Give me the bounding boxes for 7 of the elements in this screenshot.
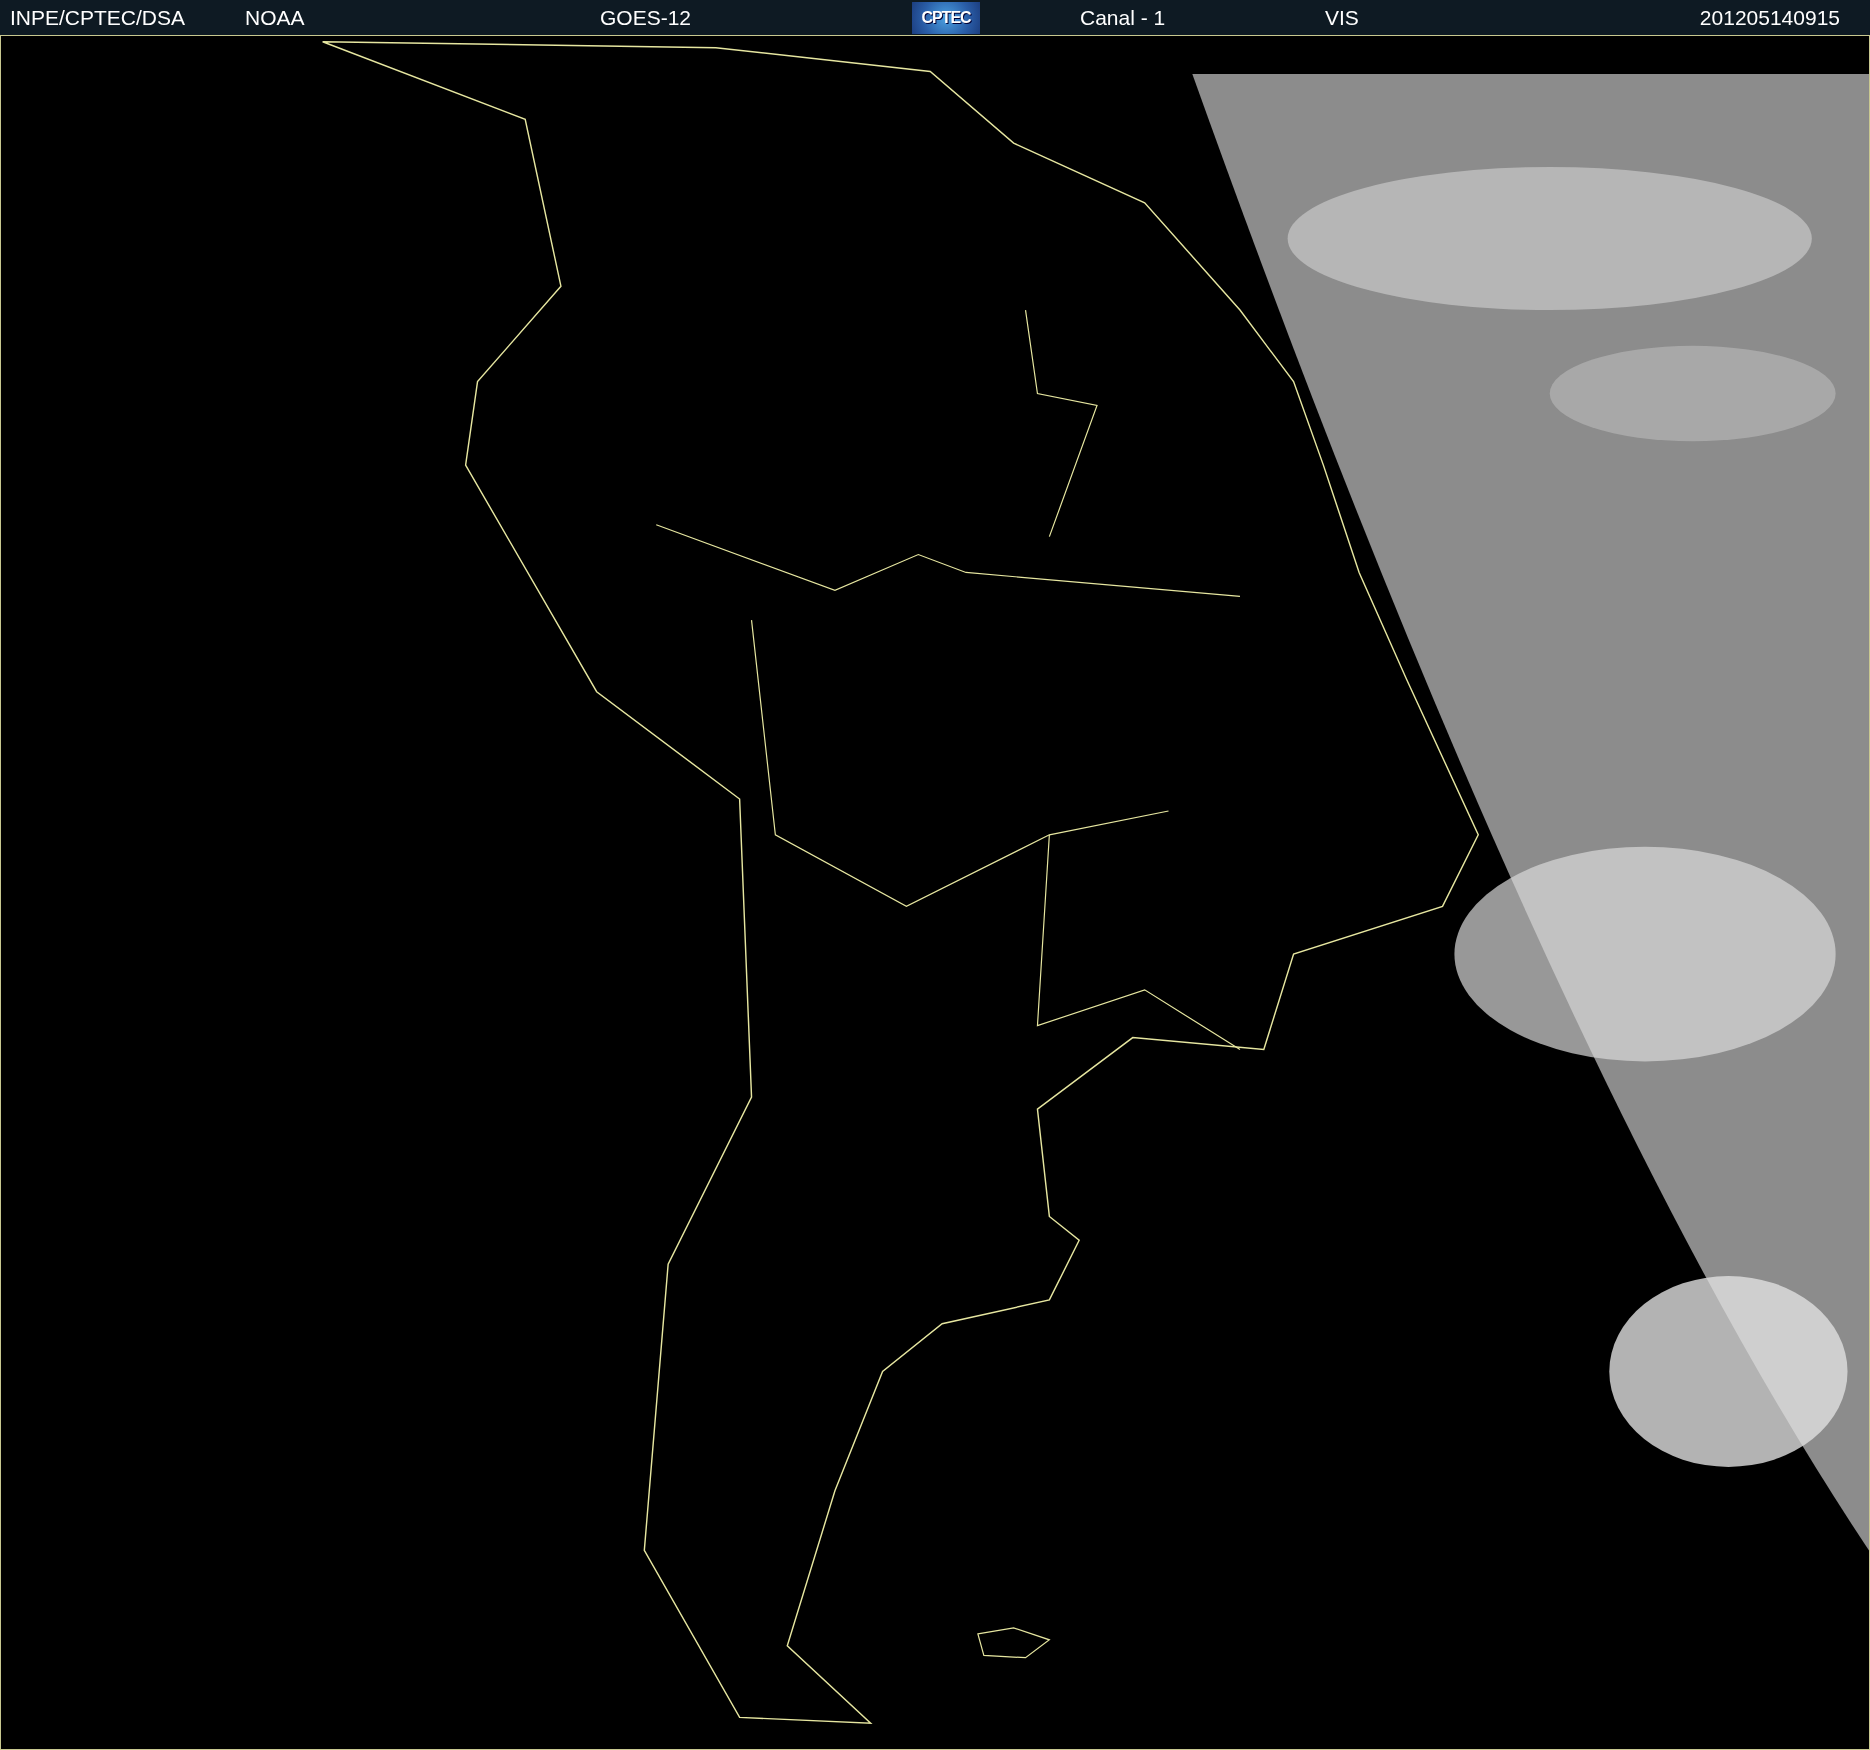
header-label: Canal - 1 (1080, 5, 1166, 30)
header-label: GOES-12 (600, 5, 692, 30)
logo: CPTEC (912, 1, 980, 34)
header-label: NOAA (245, 5, 305, 30)
header-label: VIS (1325, 5, 1359, 30)
header-label: INPE/CPTEC/DSA (10, 5, 186, 30)
header-label: 201205140915 (1699, 5, 1840, 30)
